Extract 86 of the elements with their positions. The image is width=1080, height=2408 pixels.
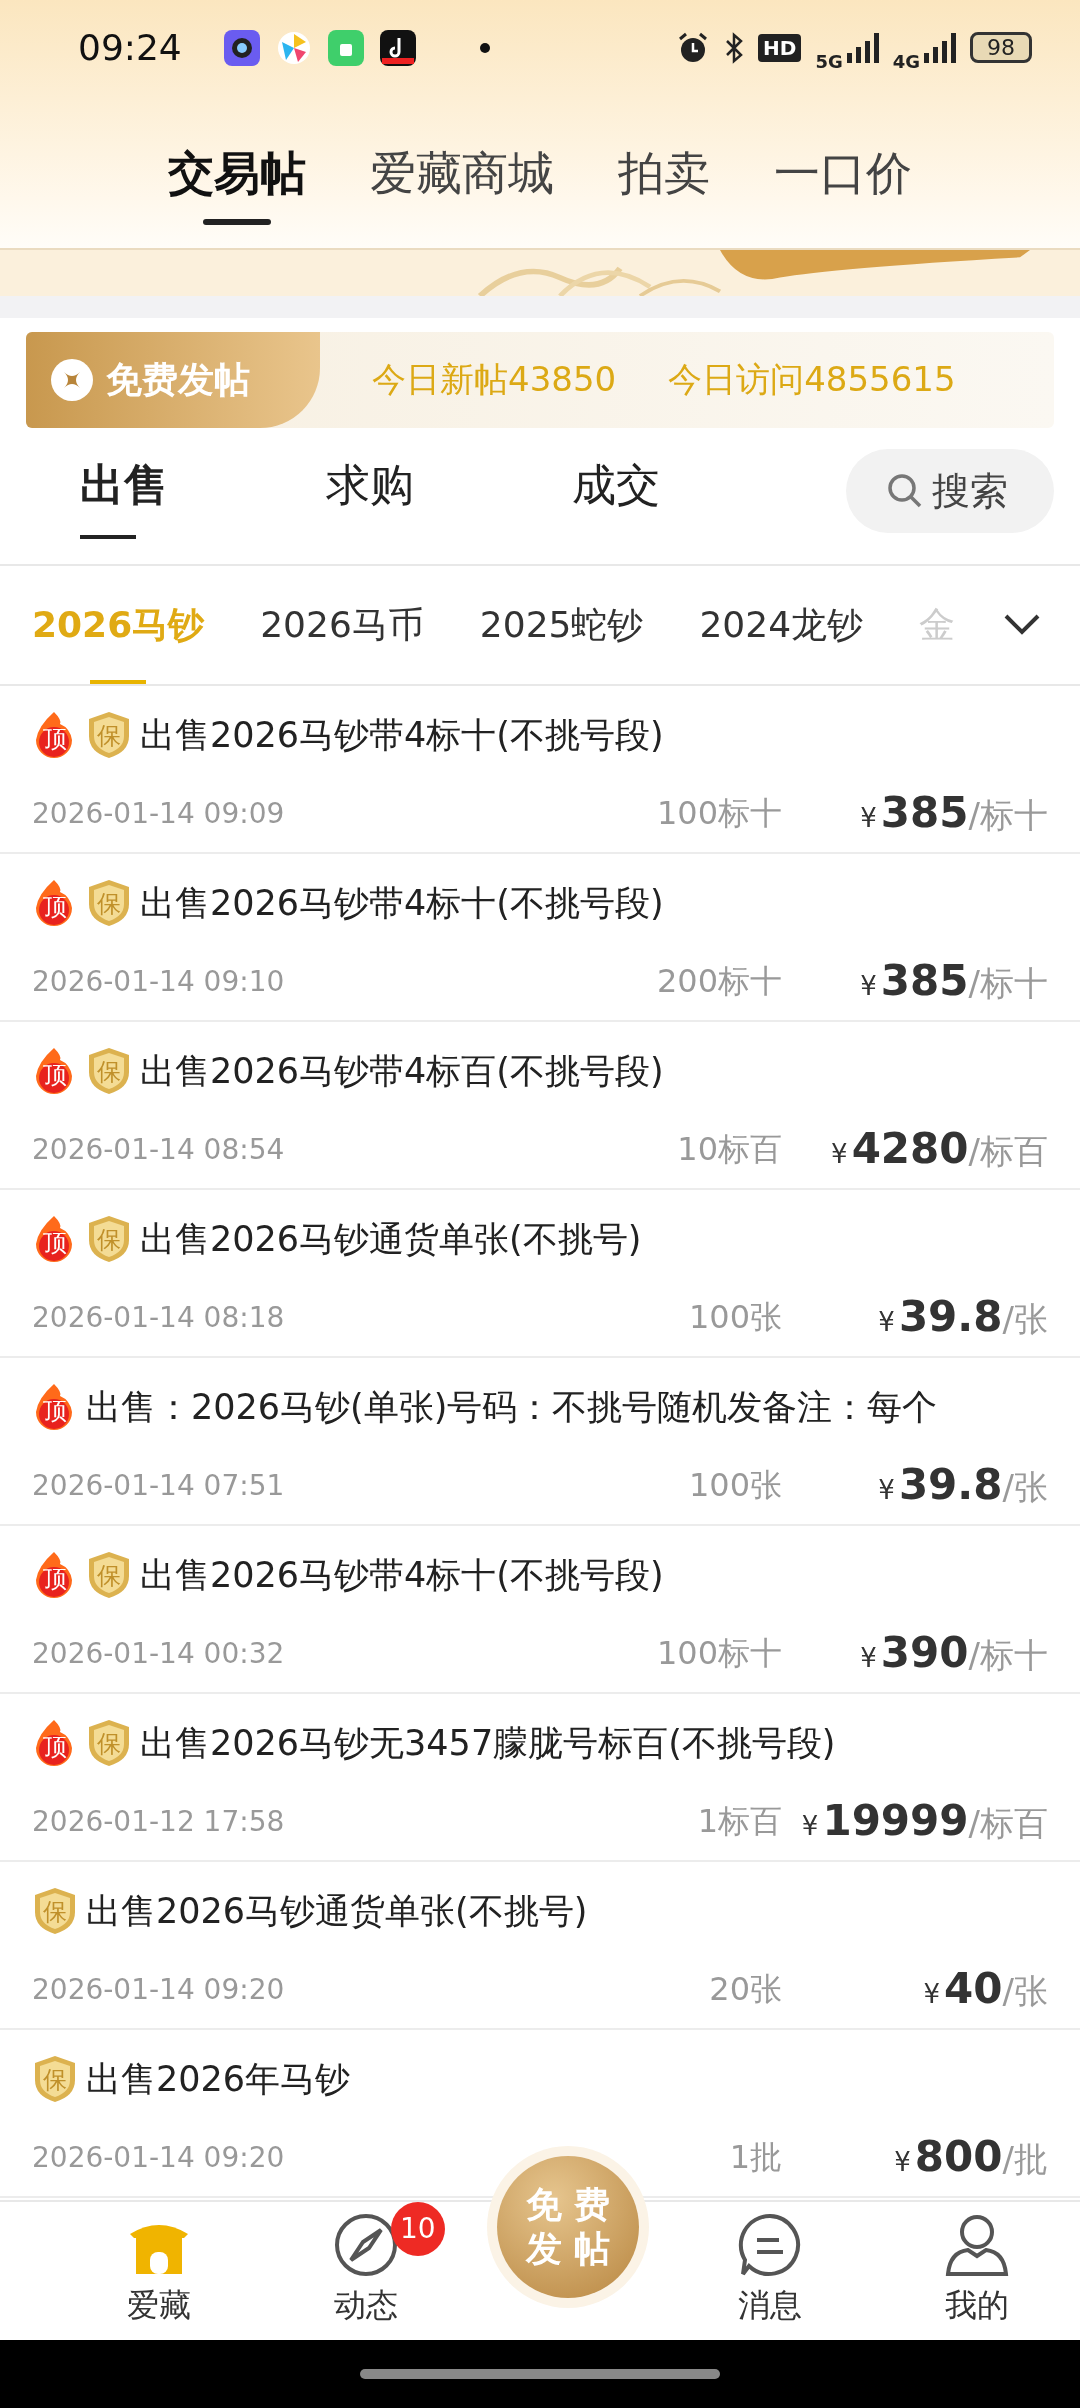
guarantee-badge: 保 bbox=[86, 710, 132, 760]
hd-indicator: HD bbox=[758, 33, 802, 62]
listing-title: 出售2026马钞带4标百(不挑号段) bbox=[140, 1049, 664, 1093]
category-tab[interactable]: 2025蛇钞 bbox=[479, 566, 644, 684]
compass-icon bbox=[332, 2212, 399, 2278]
coin-icon bbox=[50, 358, 94, 402]
listing-time: 2026-01-14 09:09 bbox=[32, 797, 286, 830]
listing-quantity: 20张 bbox=[708, 1968, 782, 2010]
listing-quantity: 10标百 bbox=[676, 1128, 782, 1170]
listing-quantity: 1批 bbox=[728, 2136, 782, 2178]
app-logo-icon bbox=[275, 29, 312, 66]
battery-indicator: 98 bbox=[970, 32, 1032, 63]
listing-quantity: 100张 bbox=[687, 1464, 782, 1506]
guarantee-badge: 保 bbox=[86, 1550, 132, 1600]
listing-time: 2026-01-14 07:51 bbox=[32, 1469, 286, 1502]
notification-badge: 10 bbox=[390, 2202, 445, 2256]
guarantee-badge: 保 bbox=[86, 1214, 132, 1264]
network-label: 4G bbox=[892, 51, 920, 72]
category-tab[interactable]: 2026马币 bbox=[260, 566, 424, 684]
guarantee-badge: 保 bbox=[86, 1718, 132, 1768]
guarantee-badge: 保 bbox=[32, 1886, 78, 1936]
listing-row[interactable]: 顶 保 出售2026马钞无3457朦胧号标百(不挑号段) 2026-01-12 17:58 1标百 ¥19999/标百 bbox=[0, 1694, 1080, 1862]
nav-item[interactable]: 我的 bbox=[901, 2212, 1052, 2328]
nav-item[interactable]: 爱藏 bbox=[84, 2212, 235, 2328]
listing-quantity: 100张 bbox=[687, 1296, 782, 1338]
shop-app-icon bbox=[327, 29, 364, 66]
listing-time: 2026-01-12 17:58 bbox=[32, 1805, 286, 1838]
category-tab[interactable]: 2024龙钞 bbox=[699, 566, 864, 684]
listing-price: ¥800/批 bbox=[894, 2132, 1048, 2183]
guarantee-badge: 保 bbox=[86, 1046, 132, 1096]
listing-row[interactable]: 顶 保 出售2026马钞带4标十(不挑号段) 2026-01-14 09:09 100标十 ¥385/标十 bbox=[0, 686, 1080, 854]
listing-quantity: 1标百 bbox=[696, 1800, 782, 1842]
listing-quantity: 200标十 bbox=[655, 960, 782, 1002]
network-label: 5G bbox=[815, 51, 843, 72]
trade-tab[interactable]: 出售 bbox=[26, 443, 272, 539]
listing-title: 出售2026马钞带4标十(不挑号段) bbox=[140, 1553, 664, 1597]
nav-item[interactable]: 消息 bbox=[695, 2212, 846, 2328]
top-tab[interactable]: 拍卖 bbox=[618, 143, 710, 225]
listing-title: 出售2026马钞带4标十(不挑号段) bbox=[140, 713, 664, 757]
trade-tab[interactable]: 成交 bbox=[518, 443, 764, 539]
listing-price: ¥19999/标百 bbox=[801, 1796, 1048, 1847]
listing-title: 出售2026马钞通货单张(不挑号) bbox=[140, 1217, 642, 1261]
listing-title: 出售：2026马钞(单张)号码：不挑号随机发备注：每个 bbox=[86, 1385, 938, 1429]
top-tab[interactable]: 一口价 bbox=[774, 143, 912, 225]
listing-time: 2026-01-14 09:20 bbox=[32, 1973, 286, 2006]
listing-time: 2026-01-14 09:20 bbox=[32, 2141, 286, 2174]
signal-icon bbox=[924, 32, 956, 63]
listing-price: ¥4280/标百 bbox=[831, 1124, 1048, 1175]
search-icon bbox=[886, 472, 924, 510]
top-tab[interactable]: 爱藏商城 bbox=[370, 143, 554, 225]
listing-quantity: 100标十 bbox=[655, 792, 782, 834]
camera-app-icon bbox=[223, 29, 260, 66]
listing-price: ¥39.8/张 bbox=[878, 1460, 1048, 1511]
listing-row[interactable]: 顶 保 出售2026马钞带4标百(不挑号段) 2026-01-14 08:54 10标百 ¥4280/标百 bbox=[0, 1022, 1080, 1190]
listing-row[interactable]: 顶 保 出售2026马钞带4标十(不挑号段) 2026-01-14 09:10 200标十 ¥385/标十 bbox=[0, 854, 1080, 1022]
listing-price: ¥385/标十 bbox=[860, 956, 1048, 1007]
listing-price: ¥40/张 bbox=[923, 1964, 1048, 2015]
music-app-icon bbox=[379, 29, 416, 66]
visits-count: 今日访问4855615 bbox=[668, 358, 956, 401]
listing-price: ¥385/标十 bbox=[860, 788, 1048, 839]
trade-tab[interactable]: 求购 bbox=[272, 443, 518, 539]
listing-time: 2026-01-14 08:54 bbox=[32, 1133, 286, 1166]
listing-title: 出售2026年马钞 bbox=[86, 2057, 351, 2101]
bluetooth-icon bbox=[724, 31, 745, 64]
guarantee-badge: 保 bbox=[86, 878, 132, 928]
signal-icon bbox=[846, 32, 879, 63]
listing-row[interactable]: 顶 保 出售2026马钞通货单张(不挑号) 2026-01-14 08:18 100张 ¥39.8/张 bbox=[0, 1190, 1080, 1358]
listing-row[interactable]: 顶 出售：2026马钞(单张)号码：不挑号随机发备注：每个 2026-01-14 07:51 100张 ¥39.8/张 bbox=[0, 1358, 1080, 1526]
listing-time: 2026-01-14 09:10 bbox=[32, 965, 286, 998]
dot-icon bbox=[477, 40, 492, 55]
top-tab[interactable]: 交易帖 bbox=[168, 143, 306, 225]
status-time: 09:24 bbox=[78, 27, 182, 68]
guarantee-badge: 保 bbox=[32, 2054, 78, 2104]
listing-title: 出售2026马钞无3457朦胧号标百(不挑号段) bbox=[140, 1721, 836, 1765]
listing-time: 2026-01-14 08:18 bbox=[32, 1301, 286, 1334]
listing-row[interactable]: 保 出售2026马钞通货单张(不挑号) 2026-01-14 09:20 20张 ¥40/张 bbox=[0, 1862, 1080, 2030]
listing-time: 2026-01-14 00:32 bbox=[32, 1637, 286, 1670]
person-icon bbox=[943, 2212, 1010, 2278]
listing-price: ¥390/标十 bbox=[860, 1628, 1048, 1679]
listing-price: ¥39.8/张 bbox=[878, 1292, 1048, 1343]
listing-quantity: 100标十 bbox=[655, 1632, 782, 1674]
listing-title: 出售2026马钞带4标十(不挑号段) bbox=[140, 881, 664, 925]
search-field[interactable]: 搜索 bbox=[846, 449, 1054, 533]
listing-title: 出售2026马钞通货单张(不挑号) bbox=[86, 1889, 588, 1933]
listing-row[interactable]: 顶 保 出售2026马钞带4标十(不挑号段) 2026-01-14 00:32 100标十 ¥390/标十 bbox=[0, 1526, 1080, 1694]
new-posts-count: 今日新帖43850 bbox=[372, 358, 617, 401]
